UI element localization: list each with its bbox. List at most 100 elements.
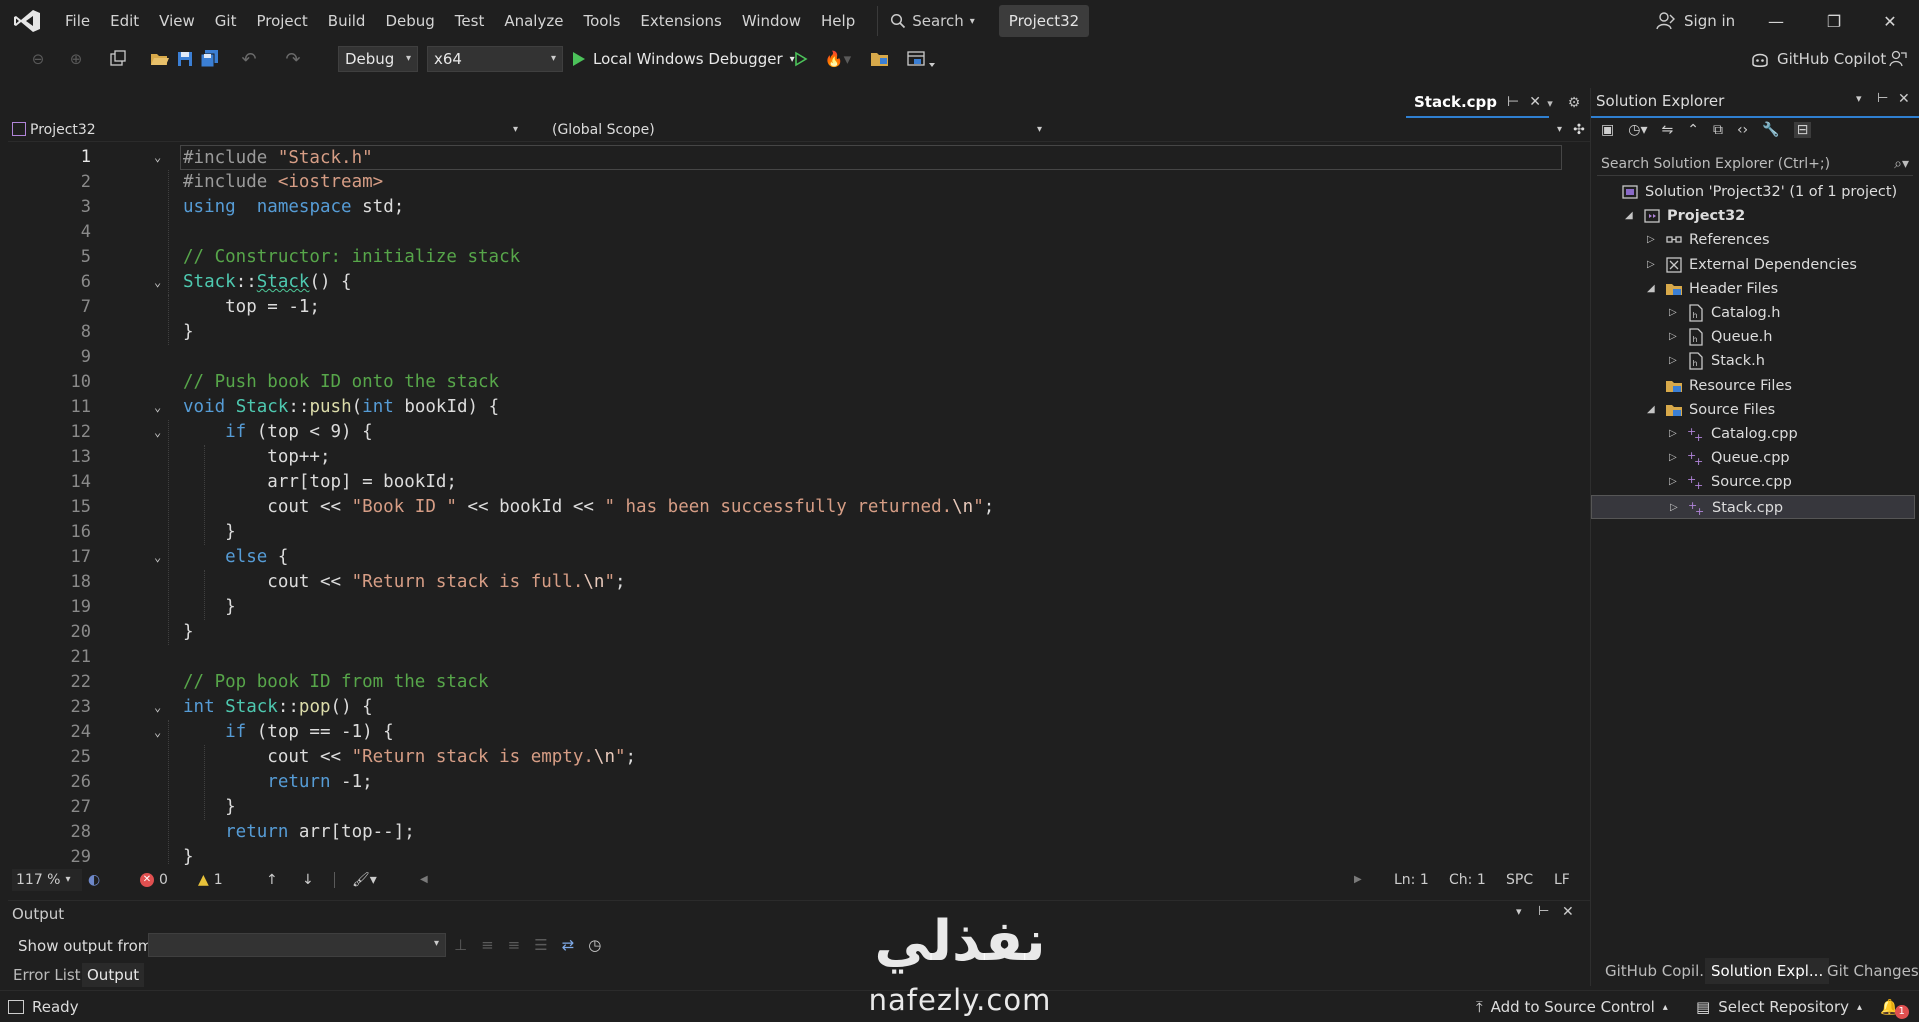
collapsed-arrow-icon[interactable]: ▷ (1670, 496, 1682, 520)
sign-in-button[interactable]: Sign in (1656, 0, 1735, 42)
start-without-debugging-button[interactable] (790, 46, 812, 72)
select-repository-button[interactable]: ▤ Select Repository ▴ (1696, 991, 1862, 1022)
code-line[interactable]: } (183, 595, 236, 620)
clear-all-icon[interactable]: ☰ (534, 936, 547, 954)
menu-file[interactable]: File (55, 0, 100, 42)
fold-toggle-icon[interactable]: ⌄ (154, 270, 168, 295)
code-cleanup-button[interactable]: 🖌▾ (352, 869, 377, 891)
code-line[interactable]: arr[top] = bookId; (183, 470, 457, 495)
code-line[interactable]: return arr[top--]; (183, 820, 415, 845)
next-message-icon[interactable]: ≡ (508, 936, 521, 954)
configuration-select[interactable]: Debug ▾ (338, 46, 418, 72)
code-line[interactable]: // Push book ID onto the stack (183, 370, 499, 395)
menu-build[interactable]: Build (318, 0, 376, 42)
expanded-arrow-icon[interactable]: ◢ (1647, 398, 1659, 422)
chevron-down-icon[interactable]: ▾ (1516, 905, 1522, 918)
switch-views-icon[interactable]: ▣ (1601, 122, 1614, 138)
close-panel-icon[interactable]: ✕ (1562, 904, 1574, 920)
code-line[interactable]: if (top == -1) { (183, 720, 394, 745)
tab-solution-explorer[interactable]: Solution Expl... (1705, 958, 1830, 984)
collapsed-arrow-icon[interactable]: ▷ (1647, 228, 1659, 252)
code-line[interactable]: top = -1; (183, 295, 320, 320)
menu-debug[interactable]: Debug (375, 0, 444, 42)
split-editor-button[interactable]: ✣ (1568, 118, 1590, 142)
tab-error-list[interactable]: Error List (8, 963, 86, 987)
solution-search-input[interactable]: Search Solution Explorer (Ctrl+;) ⌕▾ (1597, 152, 1913, 176)
code-line[interactable]: void Stack::push(int bookId) { (183, 395, 499, 420)
search-box[interactable]: Search ▾ (877, 6, 987, 36)
save-button[interactable] (174, 46, 196, 72)
pin-icon[interactable]: ⊢ (1877, 91, 1888, 106)
navigate-forward-button[interactable]: ⊕ (64, 46, 88, 72)
minimize-button[interactable]: — (1747, 0, 1805, 42)
code-line[interactable]: Stack::Stack() { (183, 270, 352, 295)
code-line[interactable]: cout << "Return stack is empty.\n"; (183, 745, 636, 770)
sync-icon[interactable]: ⇋ (1661, 122, 1673, 138)
github-copilot-button[interactable]: GitHub Copilot (1750, 46, 1886, 72)
code-editor[interactable]: 1 2 3 4 5 6 7 8 9 10 11 12 13 14 15 16 17 18 19 20 21 22 23 24 2… (8, 143, 1564, 865)
code-line[interactable]: } (183, 845, 194, 865)
scroll-right-icon[interactable]: ▶ (1354, 869, 1362, 891)
tree-item[interactable]: ◢ Header Files (1591, 277, 1915, 301)
clock-icon[interactable]: ◷ (588, 936, 601, 954)
code-line[interactable]: return -1; (183, 770, 372, 795)
code-line[interactable]: // Pop book ID from the stack (183, 670, 489, 695)
collapsed-arrow-icon[interactable]: ▷ (1647, 253, 1659, 277)
line-indicator[interactable]: Ln: 1 (1394, 869, 1429, 891)
menu-edit[interactable]: Edit (100, 0, 149, 42)
code-line[interactable]: using namespace std; (183, 195, 404, 220)
tab-list-button[interactable]: ▾ (1538, 90, 1562, 116)
tree-item[interactable]: ▷ + + Catalog.cpp (1591, 422, 1915, 446)
new-project-button[interactable] (106, 46, 130, 72)
code-line[interactable]: top++; (183, 445, 330, 470)
warning-count[interactable]: ▲ 1 (198, 869, 223, 891)
open-in-explorer-button[interactable] (868, 46, 892, 72)
fold-toggle-icon[interactable]: ⌄ (154, 545, 168, 570)
hot-reload-button[interactable]: 🔥▾ (820, 46, 856, 72)
code-line[interactable]: #include <iostream> (183, 170, 383, 195)
preview-selected-icon[interactable]: ⊟ (1793, 122, 1812, 138)
tree-item[interactable]: Solution 'Project32' (1 of 1 project) (1591, 180, 1915, 204)
zoom-select[interactable]: 117 % ▾ (12, 869, 82, 891)
fold-toggle-icon[interactable]: ⌄ (154, 145, 168, 170)
line-ending-indicator[interactable]: LF (1554, 869, 1570, 891)
menu-extensions[interactable]: Extensions (630, 0, 731, 42)
collapsed-arrow-icon[interactable]: ▷ (1669, 446, 1681, 470)
collapse-all-icon[interactable]: ⌃ (1687, 122, 1699, 138)
chevron-down-icon[interactable]: ▾ (1856, 92, 1862, 105)
whitespace-indicator[interactable]: SPC (1506, 869, 1533, 891)
tree-item[interactable]: Resource Files (1591, 374, 1915, 398)
code-line[interactable]: cout << "Return stack is full.\n"; (183, 570, 625, 595)
scroll-left-icon[interactable]: ◀ (420, 869, 428, 891)
previous-issue-button[interactable]: ↑ (266, 869, 278, 891)
platform-select[interactable]: x64 ▾ (427, 46, 563, 72)
pending-changes-icon[interactable]: ◷▾ (1628, 122, 1647, 138)
tab-output[interactable]: Output (82, 963, 145, 987)
menu-view[interactable]: View (149, 0, 205, 42)
show-all-files-icon[interactable]: ⧉ (1713, 122, 1723, 138)
tree-item[interactable]: ▷ External Dependencies (1591, 253, 1915, 277)
close-window-button[interactable]: ✕ (1861, 0, 1919, 42)
tab-git-changes[interactable]: Git Changes (1821, 958, 1919, 984)
code-line[interactable]: } (183, 795, 236, 820)
fold-toggle-icon[interactable]: ⌄ (154, 420, 168, 445)
global-scope-select[interactable]: (Global Scope) ▾ (548, 118, 1048, 142)
navigate-back-button[interactable]: ⊖ (26, 46, 50, 72)
code-line[interactable]: cout << "Book ID " << bookId << " has be… (183, 495, 994, 520)
properties-icon[interactable]: 🔧 (1762, 122, 1779, 138)
save-all-button[interactable] (199, 46, 221, 72)
tree-item[interactable]: ▷ + + Stack.cpp (1591, 494, 1915, 520)
code-line[interactable]: int Stack::pop() { (183, 695, 373, 720)
start-debugging-button[interactable]: Local Windows Debugger ▾ (572, 46, 795, 72)
menu-test[interactable]: Test (445, 0, 495, 42)
redo-button[interactable]: ↷ (282, 46, 304, 72)
word-wrap-icon[interactable]: ⇄ (562, 936, 575, 954)
next-issue-button[interactable]: ↓ (302, 869, 314, 891)
code-area[interactable]: ⌄ #include "Stack.h" #include <iostream> us… (8, 143, 1564, 865)
undo-button[interactable]: ↶ (238, 46, 260, 72)
open-file-button[interactable] (148, 46, 172, 72)
error-count[interactable]: ✕ 0 (140, 869, 168, 891)
fold-toggle-icon[interactable]: ⌄ (154, 395, 168, 420)
menu-project[interactable]: Project (246, 0, 317, 42)
find-message-icon[interactable]: ⊥ (454, 936, 467, 954)
